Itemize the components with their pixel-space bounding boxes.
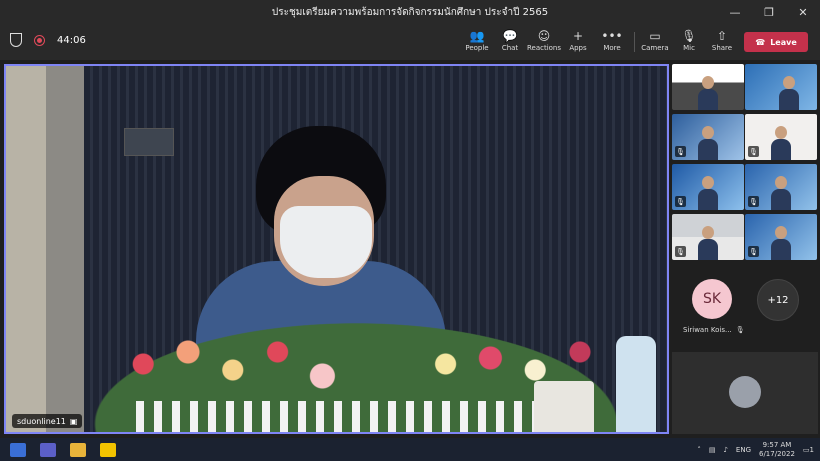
chat-label: Chat bbox=[501, 44, 519, 52]
more-icon: ••• bbox=[601, 29, 623, 43]
camera-button[interactable]: ▭ Camera bbox=[638, 28, 672, 56]
maximize-button[interactable]: ❐ bbox=[752, 0, 786, 24]
chat-button[interactable]: 💬 Chat bbox=[493, 28, 527, 56]
face-mask bbox=[280, 206, 372, 278]
more-label: More bbox=[603, 44, 621, 52]
mic-icon: 🎙 bbox=[681, 29, 697, 43]
language-indicator[interactable]: ENG bbox=[736, 446, 751, 454]
apps-icon: + bbox=[572, 29, 584, 43]
shield-icon bbox=[10, 33, 22, 47]
water-bottle bbox=[616, 336, 656, 432]
volume-icon[interactable]: ♪ bbox=[723, 446, 727, 454]
muted-mic-icon: 🎙 bbox=[748, 196, 759, 207]
people-label: People bbox=[465, 44, 489, 52]
muted-mic-icon: 🎙 bbox=[675, 246, 686, 257]
close-button[interactable]: ✕ bbox=[786, 0, 820, 24]
camera-label: Camera bbox=[641, 44, 669, 52]
mic-button[interactable]: 🎙 Mic bbox=[672, 28, 706, 56]
attendee-name: Siriwan Kois... bbox=[683, 326, 732, 334]
minimize-button[interactable]: — bbox=[718, 0, 752, 24]
leave-label: Leave bbox=[770, 37, 797, 47]
participant-tile[interactable]: 🎙 bbox=[672, 114, 744, 160]
muted-mic-icon: 🎙 bbox=[735, 326, 745, 334]
participant-tile[interactable]: 🎙 bbox=[745, 214, 817, 260]
clock-time: 9:57 AM bbox=[762, 440, 792, 449]
apps-label: Apps bbox=[569, 44, 587, 52]
recording-icon bbox=[34, 34, 45, 46]
title-bar: ประชุมเตรียมความพร้อมการจัดกิจกรรมนักศึก… bbox=[0, 0, 820, 24]
share-button[interactable]: ⇧ Share bbox=[705, 28, 739, 56]
reactions-icon: ☺ bbox=[537, 29, 551, 43]
people-button[interactable]: 👥 People bbox=[460, 28, 494, 56]
pin-icon: ▣ bbox=[69, 416, 78, 426]
self-avatar bbox=[729, 376, 761, 408]
toolbar-divider bbox=[634, 32, 635, 52]
reactions-button[interactable]: ☺ Reactions bbox=[527, 28, 561, 56]
window-title: ประชุมเตรียมความพร้อมการจัดกิจกรรมนักศึก… bbox=[271, 6, 549, 18]
participant-tile[interactable]: 🎙 bbox=[672, 214, 744, 260]
more-button[interactable]: ••• More bbox=[595, 28, 629, 56]
leave-button[interactable]: ☎ Leave bbox=[744, 32, 808, 52]
more-participants-button[interactable]: +12 bbox=[757, 279, 799, 321]
participant-tile[interactable]: 🎙 bbox=[672, 164, 744, 210]
apps-button[interactable]: + Apps bbox=[561, 28, 595, 56]
participant-name: sduonline11 bbox=[17, 416, 66, 426]
windows-taskbar: ˄ ▤ ♪ ENG 9:57 AM 6/17/2022 ▭1 bbox=[0, 438, 820, 461]
muted-mic-icon: 🎙 bbox=[675, 196, 686, 207]
decorative-fence bbox=[136, 401, 556, 432]
participant-name-chip: sduonline11 ▣ bbox=[12, 414, 83, 428]
participant-tile[interactable] bbox=[745, 64, 817, 110]
participant-tile[interactable]: 🎙 bbox=[745, 164, 817, 210]
people-icon: 👥 bbox=[469, 29, 485, 43]
network-icon[interactable]: ▤ bbox=[709, 446, 716, 454]
self-view[interactable] bbox=[672, 352, 818, 434]
file-explorer-icon[interactable] bbox=[70, 442, 86, 457]
mic-label: Mic bbox=[683, 44, 695, 52]
meeting-toolbar: 44:06 👥 People 💬 Chat ☺ Reactions + Apps… bbox=[0, 24, 820, 60]
window-controls: — ❐ ✕ bbox=[718, 0, 820, 24]
meeting-timer: 44:06 bbox=[57, 34, 86, 46]
share-icon: ⇧ bbox=[716, 29, 728, 43]
attendee-name-row: Siriwan Kois... 🎙 bbox=[683, 326, 745, 334]
clock-date: 6/17/2022 bbox=[759, 449, 795, 458]
teams-icon[interactable] bbox=[40, 442, 56, 457]
windows-start-icon[interactable] bbox=[10, 442, 26, 457]
sticky-notes-icon[interactable] bbox=[100, 442, 116, 457]
system-tray: ˄ ▤ ♪ ENG 9:57 AM 6/17/2022 ▭1 bbox=[697, 438, 814, 461]
attendee-avatar[interactable]: SK bbox=[692, 279, 732, 319]
notification-icon[interactable]: ▭1 bbox=[803, 446, 814, 454]
muted-mic-icon: 🎙 bbox=[748, 246, 759, 257]
phone-hangup-icon: ☎ bbox=[755, 37, 766, 47]
main-video[interactable]: sduonline11 ▣ bbox=[4, 64, 669, 434]
reactions-label: Reactions bbox=[526, 44, 562, 52]
muted-mic-icon: 🎙 bbox=[675, 146, 686, 157]
chevron-up-icon[interactable]: ˄ bbox=[697, 446, 701, 454]
meeting-stage: sduonline11 ▣ 🎙 🎙 🎙 🎙 🎙 🎙 SK +12 Siriwan… bbox=[0, 60, 820, 438]
notification-count: 1 bbox=[809, 445, 814, 454]
drink-cup bbox=[534, 381, 594, 432]
chat-icon: 💬 bbox=[502, 29, 518, 43]
participant-tile[interactable] bbox=[672, 64, 744, 110]
share-label: Share bbox=[711, 44, 733, 52]
light-switch bbox=[124, 128, 174, 156]
clock[interactable]: 9:57 AM 6/17/2022 bbox=[759, 441, 795, 459]
muted-mic-icon: 🎙 bbox=[748, 146, 759, 157]
participant-tile[interactable]: 🎙 bbox=[745, 114, 817, 160]
camera-icon: ▭ bbox=[649, 29, 661, 43]
